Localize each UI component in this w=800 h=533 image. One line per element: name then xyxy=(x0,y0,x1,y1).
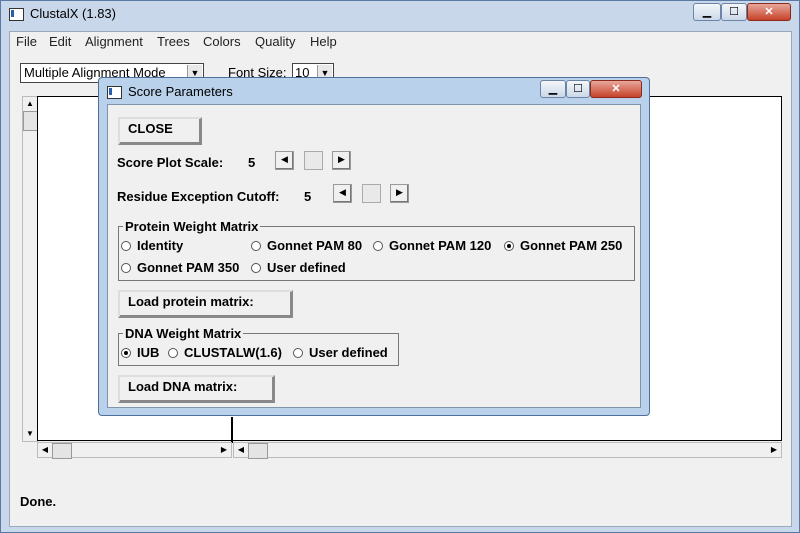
menu-quality[interactable]: Quality xyxy=(255,34,295,49)
menu-edit[interactable]: Edit xyxy=(49,34,71,49)
score-plot-scale-value: 5 xyxy=(248,155,256,170)
panel-splitter[interactable] xyxy=(231,417,233,443)
radio-iub[interactable]: IUB xyxy=(121,345,159,360)
menubar: File Edit Alignment Trees Colors Quality… xyxy=(10,32,791,52)
increase-arrow-icon[interactable]: ▶ xyxy=(332,151,351,170)
score-plot-scale-label: Score Plot Scale: xyxy=(117,155,224,170)
scroll-left-icon[interactable]: ◀ xyxy=(38,443,52,457)
scroll-left-icon[interactable]: ◀ xyxy=(234,443,248,457)
dialog-client-area: CLOSE Score Plot Scale: 5 ◀ ▶ Residue Ex… xyxy=(107,104,641,408)
app-icon xyxy=(107,86,122,100)
radio-selected-icon xyxy=(504,241,514,251)
radio-icon xyxy=(121,241,131,251)
radio-protein-user-defined[interactable]: User defined xyxy=(251,260,346,275)
dialog-title: Score Parameters xyxy=(128,84,233,99)
radio-label: User defined xyxy=(267,260,346,275)
score-parameters-dialog: Score Parameters ▁ ☐ ✕ CLOSE Score Plot … xyxy=(98,77,650,416)
radio-clustalw-16[interactable]: CLUSTALW(1.6) xyxy=(168,345,282,360)
app-icon xyxy=(9,8,24,22)
radio-icon xyxy=(251,241,261,251)
minimize-button[interactable]: ▁ xyxy=(693,3,721,21)
dna-weight-matrix-title: DNA Weight Matrix xyxy=(123,326,244,341)
residue-cutoff-value: 5 xyxy=(304,189,312,204)
protein-weight-matrix-title: Protein Weight Matrix xyxy=(123,219,261,234)
scroll-down-icon[interactable]: ▼ xyxy=(23,427,37,441)
menu-trees[interactable]: Trees xyxy=(157,34,190,49)
radio-label: Gonnet PAM 350 xyxy=(137,260,240,275)
vertical-scrollbar[interactable]: ▲ ▼ xyxy=(22,96,39,442)
radio-label: User defined xyxy=(309,345,388,360)
scroll-right-icon[interactable]: ▶ xyxy=(217,443,231,457)
radio-icon xyxy=(121,263,131,273)
residue-cutoff-label: Residue Exception Cutoff: xyxy=(117,189,280,204)
radio-selected-icon xyxy=(121,348,131,358)
dialog-close-window-button[interactable]: ✕ xyxy=(590,80,642,98)
close-window-button[interactable]: ✕ xyxy=(747,3,791,21)
decrease-arrow-icon[interactable]: ◀ xyxy=(333,184,352,203)
dialog-maximize-button[interactable]: ☐ xyxy=(566,80,590,98)
sequence-scroll-thumb[interactable] xyxy=(248,443,268,459)
residue-cutoff-slider[interactable] xyxy=(362,184,381,203)
radio-label: Identity xyxy=(137,238,184,253)
radio-label: Gonnet PAM 250 xyxy=(520,238,623,253)
radio-gonnet-pam-350[interactable]: Gonnet PAM 350 xyxy=(121,260,239,275)
radio-label: Gonnet PAM 80 xyxy=(267,238,363,253)
close-button[interactable]: CLOSE xyxy=(118,117,202,145)
increase-arrow-icon[interactable]: ▶ xyxy=(390,184,409,203)
status-text: Done. xyxy=(20,494,57,509)
scroll-right-icon[interactable]: ▶ xyxy=(767,443,781,457)
radio-label: IUB xyxy=(137,345,160,360)
radio-icon xyxy=(168,348,178,358)
radio-identity[interactable]: Identity xyxy=(121,238,183,253)
names-horizontal-scrollbar[interactable]: ◀ ▶ xyxy=(37,442,232,459)
radio-icon xyxy=(293,348,303,358)
score-plot-scale-slider[interactable] xyxy=(304,151,323,170)
maximize-button[interactable]: ☐ xyxy=(721,3,747,21)
names-scroll-thumb[interactable] xyxy=(52,443,72,459)
main-title-bar: ClustalX (1.83) xyxy=(9,3,209,25)
radio-dna-user-defined[interactable]: User defined xyxy=(293,345,388,360)
load-dna-matrix-button[interactable]: Load DNA matrix: xyxy=(118,375,275,403)
radio-icon xyxy=(251,263,261,273)
menu-file[interactable]: File xyxy=(16,34,37,49)
radio-label: CLUSTALW(1.6) xyxy=(184,345,282,360)
window-title: ClustalX (1.83) xyxy=(30,6,116,21)
scroll-up-icon[interactable]: ▲ xyxy=(23,97,37,111)
radio-icon xyxy=(373,241,383,251)
menu-help[interactable]: Help xyxy=(310,34,337,49)
menu-colors[interactable]: Colors xyxy=(203,34,241,49)
dialog-title-bar: Score Parameters xyxy=(107,82,233,102)
load-protein-matrix-button[interactable]: Load protein matrix: xyxy=(118,290,293,318)
menu-alignment[interactable]: Alignment xyxy=(85,34,143,49)
radio-gonnet-pam-250[interactable]: Gonnet PAM 250 xyxy=(504,238,622,253)
radio-label: Gonnet PAM 120 xyxy=(389,238,492,253)
decrease-arrow-icon[interactable]: ◀ xyxy=(275,151,294,170)
dialog-minimize-button[interactable]: ▁ xyxy=(540,80,566,98)
radio-gonnet-pam-80[interactable]: Gonnet PAM 80 xyxy=(251,238,362,253)
radio-gonnet-pam-120[interactable]: Gonnet PAM 120 xyxy=(373,238,491,253)
sequence-horizontal-scrollbar[interactable]: ◀ ▶ xyxy=(233,442,782,459)
